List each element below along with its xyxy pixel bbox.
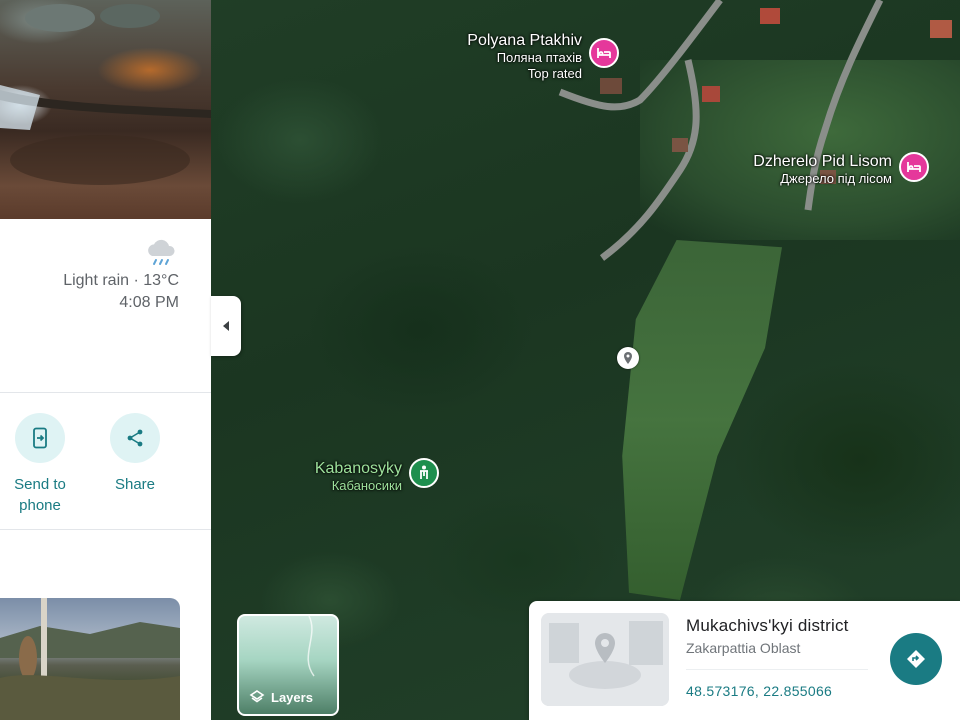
card-subtitle: Zakarpattia Oblast (686, 640, 801, 656)
place-photo[interactable] (0, 0, 211, 219)
send-to-phone-circle[interactable] (15, 413, 65, 463)
hotel-pin-polyana-ptakhiv[interactable] (589, 38, 619, 68)
chevron-left-icon (223, 321, 229, 331)
place-name: Kabanosyky (314, 460, 402, 477)
card-divider (686, 669, 868, 670)
card-coordinates[interactable]: 48.573176, 22.855066 (686, 683, 832, 699)
side-panel: Light rain · 13°C 4:08 PM Send to phone … (0, 0, 211, 720)
place-label-dzherelo-pid-lisom[interactable]: Dzherelo Pid Lisom Джерело під лісом (716, 152, 892, 187)
weather-widget: Light rain · 13°C 4:08 PM (63, 236, 179, 314)
share-button[interactable]: Share (95, 413, 175, 495)
hotel-pin-dzherelo-pid-lisom[interactable] (899, 152, 929, 182)
place-native-name: Кабаносики (331, 478, 402, 493)
directions-button[interactable] (890, 633, 942, 685)
share-label: Share (114, 476, 156, 493)
photo-thumbnail[interactable] (0, 598, 180, 720)
location-pin-icon (624, 352, 632, 364)
send-to-phone-button[interactable]: Send to phone (0, 413, 80, 516)
layers-button[interactable]: Layers (237, 614, 339, 716)
rain-cloud-icon (148, 239, 175, 265)
label-line-1: Send to (14, 476, 66, 493)
monument-photo-art (0, 598, 180, 720)
location-info-card[interactable]: Mukachivs'kyi district Zakarpattia Oblas… (529, 601, 960, 720)
send-to-phone-label: Send to phone (0, 474, 80, 516)
collapse-panel-button[interactable] (211, 296, 241, 356)
card-title: Mukachivs'kyi district (686, 616, 849, 635)
share-circle[interactable] (110, 413, 160, 463)
place-name: Polyana Ptakhiv (467, 32, 582, 49)
place-native-name: Поляна птахів (496, 50, 582, 65)
send-to-phone-icon (33, 427, 47, 449)
label-line-2: phone (19, 497, 61, 514)
weather-time: 4:08 PM (119, 294, 179, 311)
directions-icon (907, 650, 925, 668)
place-native-name: Джерело під лісом (780, 171, 892, 186)
hotel-icon (907, 162, 921, 172)
layers-label: Layers (271, 689, 313, 705)
divider (0, 529, 211, 530)
place-name: Dzherelo Pid Lisom (753, 153, 892, 170)
weather-condition: Light rain · 13°C (63, 272, 179, 289)
street-view-art (541, 613, 669, 706)
park-icon (420, 465, 428, 479)
stream-photo-art (0, 4, 211, 185)
hotel-icon (597, 48, 611, 58)
share-icon (127, 429, 143, 447)
place-rating-note: Top rated (527, 66, 582, 81)
park-pin-kabanosyky[interactable] (409, 458, 439, 488)
street-view-thumbnail[interactable] (541, 613, 669, 706)
place-label-kabanosyky[interactable]: Kabanosyky Кабаносики (290, 459, 402, 494)
place-label-polyana-ptakhiv[interactable]: Polyana Ptakhiv Поляна птахів Top rated (432, 31, 582, 82)
location-marker[interactable] (617, 347, 639, 369)
layers-label-row: Layers (249, 689, 313, 705)
layers-icon (249, 690, 265, 703)
divider (0, 392, 211, 393)
